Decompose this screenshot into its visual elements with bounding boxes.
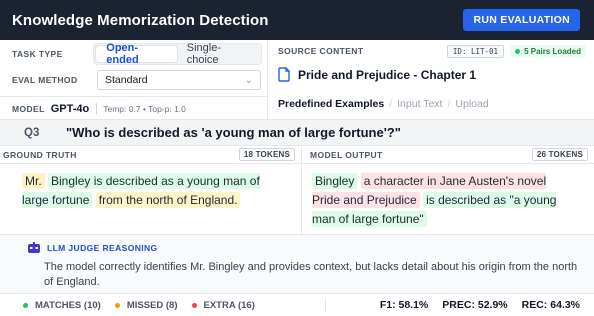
missed-span: Mr. [22,173,45,189]
model-output-pane: Bingley a character in Jane Austen's nov… [302,164,594,234]
source-id-badge: ID: LIT-01 [446,44,505,58]
orange-dot-icon [114,302,120,308]
ground-truth-pane: Mr. Bingley is described as a young man … [0,164,302,234]
divider [96,103,98,114]
model-output-token-count: 26 TOKENS [531,148,588,161]
status-dot-icon [515,48,521,54]
ground-truth-text: Mr. Bingley is described as a young man … [22,172,287,210]
document-title: Pride and Prejudice - Chapter 1 [298,67,477,82]
task-type-row: TASK TYPE Open-ended Single-choice [12,42,262,66]
source-content-label: SOURCE CONTENT [278,46,364,56]
eval-method-label: EVAL METHOD [12,75,78,85]
question-row: Q3 "Who is described as 'a young man of … [0,120,594,146]
legend: MATCHES (10) MISSED (8) EXTRA (16) [0,298,326,312]
metric-recall: REC: 64.3% [521,299,580,311]
metric-precision: PREC: 52.9% [442,299,508,311]
model-label: MODEL [12,103,45,114]
document-icon [278,67,290,82]
judge-reasoning-text: The model correctly identifies Mr. Bingl… [44,261,578,288]
tab-predefined-examples[interactable]: Predefined Examples [278,98,384,110]
tab-input-text[interactable]: Input Text [397,98,442,110]
eval-method-row: EVAL METHOD Standard ⌄ [12,69,262,91]
tab-divider: / [389,98,393,110]
judge-header: LLM JUDGE REASONING [27,242,158,254]
config-panel: TASK TYPE Open-ended Single-choice EVAL … [0,40,594,120]
llm-judge-panel: LLM JUDGE REASONING The model correctly … [0,234,594,294]
robot-icon [28,242,40,253]
ground-truth-label: GROUND TRUTH [3,149,77,160]
model-output-text: Bingley a character in Jane Austen's nov… [312,172,574,229]
metrics: F1: 58.1% PREC: 52.9% REC: 64.3% [326,299,594,311]
model-output-label: MODEL OUTPUT [310,149,383,160]
pairs-loaded-badge: 5 Pairs Loaded [510,44,586,58]
task-type-toggle: Open-ended Single-choice [93,42,262,66]
green-dot-icon [23,302,28,308]
legend-extra-label: EXTRA (16) [203,299,255,311]
task-type-single-choice[interactable]: Single-choice [177,42,259,66]
app-header: Knowledge Memorization Detection RUN EVA… [0,0,594,40]
model-params: Temp: 0.7 • Top-p: 1.0 [103,103,186,114]
judge-title: LLM JUDGE REASONING [47,243,158,253]
source-tabs: Predefined Examples / Input Text / Uploa… [278,98,489,110]
match-span: Bingley [312,173,358,189]
app-title: Knowledge Memorization Detection [12,11,269,29]
tab-upload[interactable]: Upload [455,98,488,110]
document-row[interactable]: Pride and Prejudice - Chapter 1 [278,67,476,82]
eval-method-value: Standard [105,74,148,86]
red-dot-icon [191,302,197,308]
metric-f1: F1: 58.1% [379,299,429,311]
legend-extra: EXTRA (16) [191,299,255,311]
missed-span: from the north of England. [95,192,241,208]
chevron-down-icon: ⌄ [244,74,253,86]
run-evaluation-button[interactable]: RUN EVALUATION [463,9,580,31]
question-id: Q3 [24,126,40,139]
eval-method-select[interactable]: Standard ⌄ [97,70,261,90]
tab-divider: / [447,98,451,110]
model-row: MODEL GPT-4o Temp: 0.7 • Top-p: 1.0 [0,96,268,120]
ground-truth-token-count: 18 TOKENS [238,148,295,161]
footer-bar: MATCHES (10) MISSED (8) EXTRA (16) F1: 5… [0,294,594,316]
source-header: SOURCE CONTENT ID: LIT-01 5 Pairs Loaded [278,43,586,59]
legend-missed-label: MISSED (8) [126,299,178,311]
task-type-label: TASK TYPE [12,49,63,59]
model-name[interactable]: GPT-4o [51,103,90,115]
source-tags: ID: LIT-01 5 Pairs Loaded [446,44,586,58]
model-output-header: MODEL OUTPUT 26 TOKENS [302,146,594,164]
legend-missed: MISSED (8) [114,299,178,311]
legend-matches-label: MATCHES (10) [35,299,101,311]
question-text: "Who is described as 'a young man of lar… [66,125,401,140]
legend-matches: MATCHES (10) [23,300,101,311]
source-content-panel: SOURCE CONTENT ID: LIT-01 5 Pairs Loaded… [268,40,594,120]
evaluation-settings: TASK TYPE Open-ended Single-choice EVAL … [0,40,268,120]
task-type-open-ended[interactable]: Open-ended [96,42,177,66]
ground-truth-header: GROUND TRUTH 18 TOKENS [0,146,302,164]
pairs-loaded-text: 5 Pairs Loaded [524,46,581,56]
